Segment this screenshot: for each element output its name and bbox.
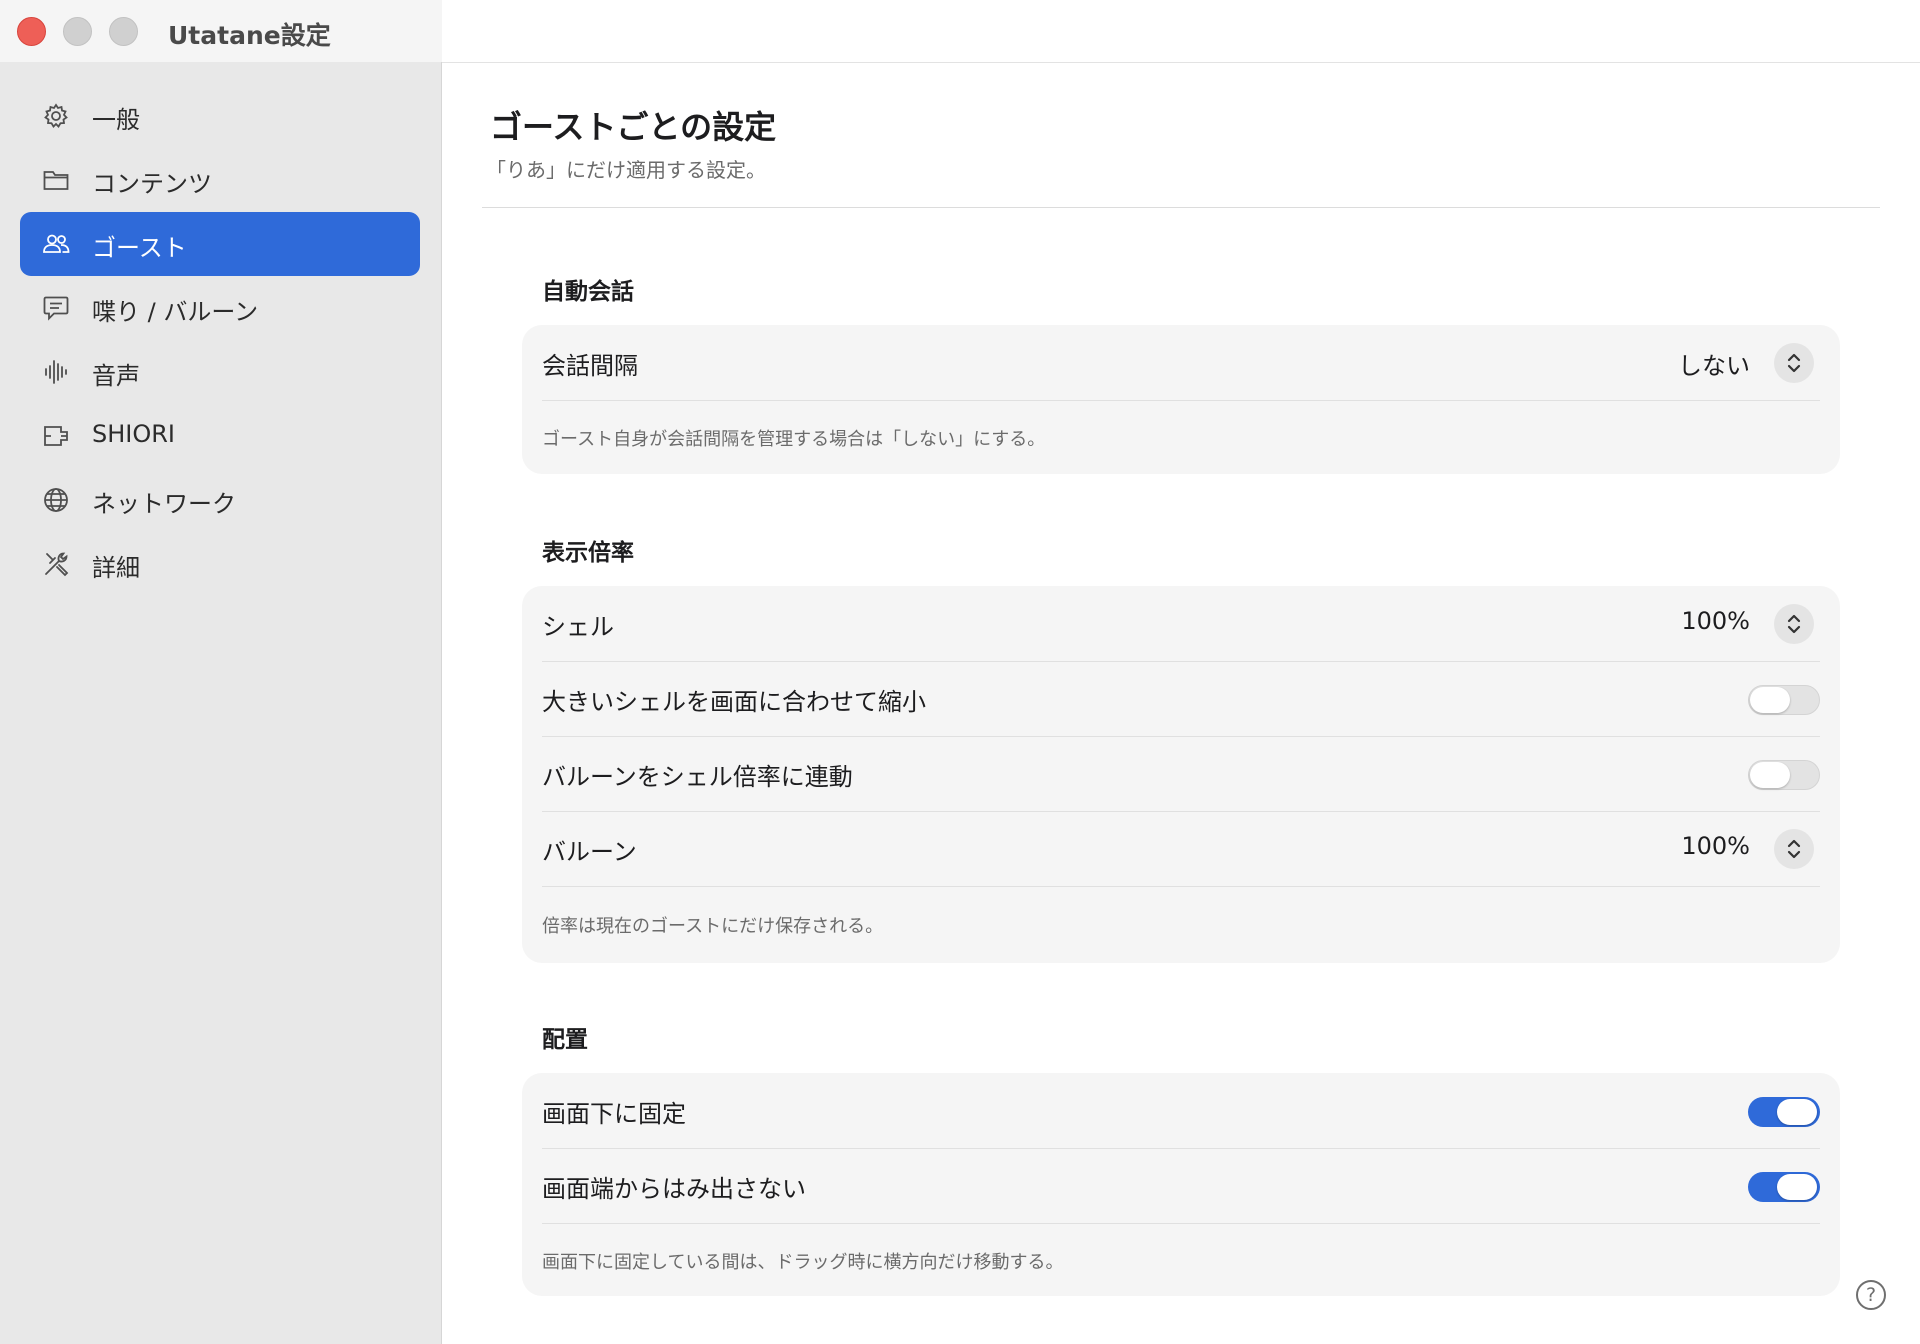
talk-interval-value: しない [1678, 352, 1750, 380]
minimize-window-button[interactable] [63, 17, 92, 46]
scale-card: シェル 100% 大きいシェルを画面に合わせて縮小 バルーンをシェル倍率に連動 … [522, 586, 1840, 963]
placement-note: 画面下に固定している間は、ドラッグ時に横方向だけ移動する。 [542, 1252, 1064, 1273]
sidebar-item-label: ゴースト [92, 234, 187, 262]
folder-icon [42, 166, 70, 194]
toggle-knob [1777, 1174, 1817, 1200]
waveform-icon [42, 358, 70, 386]
sidebar-item-general[interactable]: 一般 [20, 84, 420, 148]
main-titlebar [442, 0, 1920, 63]
talk-interval-row: 会話間隔 しない [542, 325, 1820, 401]
speech-bubble-icon [42, 294, 70, 322]
keep-inside-row: 画面端からはみ出さない [542, 1148, 1820, 1224]
pin-bottom-label: 画面下に固定 [542, 1100, 686, 1128]
toggle-knob [1750, 762, 1790, 788]
shrink-shell-label: 大きいシェルを画面に合わせて縮小 [542, 688, 926, 716]
help-button[interactable]: ? [1856, 1280, 1886, 1310]
balloon-scale-stepper[interactable] [1774, 829, 1814, 869]
link-balloon-toggle[interactable] [1748, 760, 1820, 790]
close-window-button[interactable] [17, 17, 46, 46]
sidebar-item-label: コンテンツ [92, 170, 212, 198]
balloon-scale-row: バルーン 100% [542, 811, 1820, 887]
title-divider [482, 207, 1880, 208]
sidebar-item-shiori[interactable]: SHIORI [20, 404, 420, 468]
gear-icon [42, 102, 70, 130]
sidebar-item-label: ネットワーク [92, 490, 236, 518]
auto-talk-card: 会話間隔 しない ゴースト自身が会話間隔を管理する場合は「しない」にする。 [522, 325, 1840, 474]
section-heading-auto-talk: 自動会話 [542, 279, 634, 305]
page-title: ゴーストごとの設定 [490, 108, 777, 146]
section-heading-placement: 配置 [542, 1027, 588, 1053]
sidebar-item-talk-balloon[interactable]: 喋り / バルーン [20, 276, 420, 340]
link-balloon-label: バルーンをシェル倍率に連動 [542, 763, 853, 791]
sidebar-titlebar: Utatane設定 [0, 0, 442, 62]
pin-bottom-toggle[interactable] [1748, 1097, 1820, 1127]
shell-scale-row: シェル 100% [542, 586, 1820, 662]
sidebar-nav: 一般 コンテンツ ゴースト 喋り / バルーン 音声 SHIORI ネットワーク… [20, 84, 420, 596]
chevron-up-down-icon [1787, 353, 1801, 373]
scale-note: 倍率は現在のゴーストにだけ保存される。 [542, 916, 884, 937]
shell-scale-label: シェル [542, 613, 614, 641]
auto-talk-note: ゴースト自身が会話間隔を管理する場合は「しない」にする。 [542, 429, 1046, 450]
globe-icon [42, 486, 70, 514]
page-subtitle: 「りあ」にだけ適用する設定。 [486, 158, 766, 182]
keep-inside-label: 画面端からはみ出さない [542, 1175, 806, 1203]
talk-interval-stepper[interactable] [1774, 343, 1814, 383]
plugin-icon [42, 422, 70, 450]
window-title: Utatane設定 [168, 21, 331, 50]
link-balloon-row: バルーンをシェル倍率に連動 [542, 736, 1820, 812]
sidebar-item-network[interactable]: ネットワーク [20, 468, 420, 532]
main-content: ゴーストごとの設定 「りあ」にだけ適用する設定。 自動会話 会話間隔 しない ゴ… [442, 62, 1920, 1344]
shrink-shell-toggle[interactable] [1748, 685, 1820, 715]
shell-scale-value: 100% [1681, 607, 1750, 635]
balloon-scale-label: バルーン [542, 838, 637, 866]
sidebar-item-label: 詳細 [92, 554, 140, 582]
chevron-up-down-icon [1787, 614, 1801, 634]
balloon-scale-value: 100% [1681, 832, 1750, 860]
sidebar-item-label: SHIORI [92, 420, 176, 448]
keep-inside-toggle[interactable] [1748, 1172, 1820, 1202]
shell-scale-stepper[interactable] [1774, 604, 1814, 644]
zoom-window-button[interactable] [109, 17, 138, 46]
sidebar-item-label: 音声 [92, 362, 140, 390]
tools-icon [42, 550, 70, 578]
sidebar-item-audio[interactable]: 音声 [20, 340, 420, 404]
sidebar-item-label: 喋り / バルーン [92, 298, 259, 326]
toggle-knob [1750, 687, 1790, 713]
placement-card: 画面下に固定 画面端からはみ出さない 画面下に固定している間は、ドラッグ時に横方… [522, 1073, 1840, 1296]
sidebar-item-ghost[interactable]: ゴースト [20, 212, 420, 276]
sidebar-item-details[interactable]: 詳細 [20, 532, 420, 596]
sidebar: Utatane設定 一般 コンテンツ ゴースト 喋り / バルーン 音声 SHI… [0, 0, 442, 1344]
sidebar-item-contents[interactable]: コンテンツ [20, 148, 420, 212]
sidebar-item-label: 一般 [92, 106, 140, 134]
chevron-up-down-icon [1787, 839, 1801, 859]
talk-interval-label: 会話間隔 [542, 352, 638, 380]
people-icon [42, 230, 70, 258]
section-heading-scale: 表示倍率 [542, 540, 634, 566]
toggle-knob [1777, 1099, 1817, 1125]
pin-bottom-row: 画面下に固定 [542, 1073, 1820, 1149]
shrink-shell-row: 大きいシェルを画面に合わせて縮小 [542, 661, 1820, 737]
